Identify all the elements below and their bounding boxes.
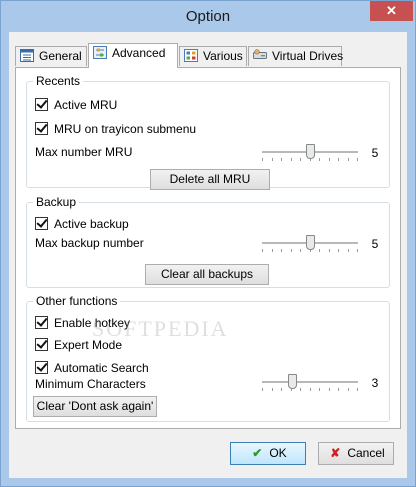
slider-thumb[interactable] (306, 144, 315, 159)
list-icon (20, 49, 34, 62)
dialog-client: General Advanced Various Virtual Drives … (9, 32, 407, 478)
max-backup-number-label: Max backup number (35, 236, 144, 250)
tab-various-label: Various (203, 49, 243, 63)
expert-mode-checkmark (35, 337, 48, 351)
other-functions-group: Other functions Enable hotkey Expert Mod… (26, 294, 390, 422)
automatic-search-checkbox[interactable]: Automatic Search (35, 360, 149, 376)
automatic-search-checkmark (35, 360, 48, 374)
enable-hotkey-checkmark (35, 315, 48, 329)
backup-group: Backup Active backup Max backup number 5… (26, 195, 390, 288)
window-title: Option (185, 8, 231, 25)
max-number-mru-value: 5 (371, 146, 379, 160)
advanced-tab-panel: Recents Active MRU MRU on trayicon subme… (15, 67, 401, 429)
checkmark-icon: ✔ (252, 446, 263, 460)
cross-icon: ✘ (330, 446, 341, 460)
active-mru-checkmark (35, 97, 48, 111)
active-backup-checkbox[interactable]: Active backup (35, 216, 129, 232)
cancel-button-label: Cancel (347, 446, 385, 460)
tab-general-label: General (39, 49, 82, 63)
automatic-search-label: Automatic Search (54, 361, 149, 375)
enable-hotkey-checkbox[interactable]: Enable hotkey (35, 315, 131, 331)
clear-all-backups-button[interactable]: Clear all backups (145, 264, 269, 285)
max-number-mru-label: Max number MRU (35, 145, 133, 159)
options-icon (93, 46, 107, 59)
ok-button[interactable]: ✔ OK (230, 442, 306, 465)
tab-virtual-drives[interactable]: Virtual Drives (248, 46, 344, 66)
mru-trayicon-label: MRU on trayicon submenu (54, 122, 197, 136)
enable-hotkey-label: Enable hotkey (54, 316, 131, 330)
tab-advanced-label: Advanced (112, 46, 166, 60)
title-bar[interactable]: Option ✕ (1, 1, 415, 31)
recents-group-title: Recents (33, 74, 84, 88)
minimum-characters-label: Minimum Characters (35, 377, 146, 391)
cancel-button[interactable]: ✘ Cancel (318, 442, 394, 465)
max-number-mru-slider[interactable] (262, 144, 358, 161)
recents-group: Recents Active MRU MRU on trayicon subme… (26, 74, 390, 190)
minimum-characters-slider[interactable] (262, 374, 358, 391)
mru-trayicon-checkbox[interactable]: MRU on trayicon submenu (35, 121, 197, 137)
grid-icon (184, 49, 198, 62)
minimum-characters-value: 3 (371, 376, 379, 390)
ok-button-label: OK (269, 446, 287, 460)
max-backup-number-slider[interactable] (262, 235, 358, 252)
tab-general[interactable]: General (15, 46, 87, 66)
option-window: Option ✕ General Advanced Various Virtua… (0, 0, 416, 487)
active-backup-label: Active backup (54, 217, 129, 231)
mru-trayicon-checkmark (35, 121, 48, 135)
active-backup-checkmark (35, 216, 48, 230)
tab-various[interactable]: Various (179, 46, 247, 66)
tab-virtual-drives-label: Virtual Drives (272, 49, 344, 63)
delete-all-mru-button[interactable]: Delete all MRU (150, 169, 270, 190)
expert-mode-checkbox[interactable]: Expert Mode (35, 337, 123, 353)
tab-advanced[interactable]: Advanced (88, 43, 178, 68)
expert-mode-label: Expert Mode (54, 338, 123, 352)
close-icon: ✕ (386, 3, 397, 18)
close-button[interactable]: ✕ (370, 1, 413, 21)
active-mru-checkbox[interactable]: Active MRU (35, 97, 118, 113)
backup-group-title: Backup (33, 195, 80, 209)
max-backup-number-value: 5 (371, 237, 379, 251)
other-functions-group-title: Other functions (33, 294, 121, 308)
clear-dont-ask-again-button[interactable]: Clear 'Dont ask again' (33, 396, 157, 417)
slider-thumb[interactable] (306, 235, 315, 250)
slider-thumb[interactable] (288, 374, 297, 389)
drives-icon (253, 49, 267, 59)
active-mru-label: Active MRU (54, 98, 118, 112)
